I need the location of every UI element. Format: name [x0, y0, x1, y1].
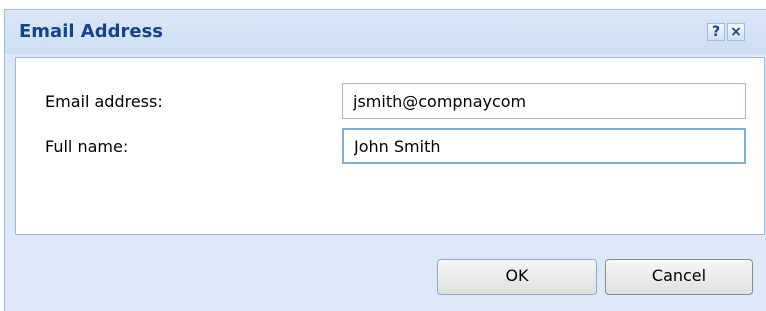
email-address-field[interactable] — [342, 83, 746, 119]
ok-button[interactable]: OK — [437, 259, 597, 295]
dialog-title: Email Address — [19, 21, 164, 42]
form-panel: Email address: Full name: — [15, 57, 765, 235]
cancel-button[interactable]: Cancel — [605, 259, 753, 295]
close-icon[interactable]: × — [727, 23, 745, 41]
email-address-label: Email address: — [45, 92, 163, 111]
email-address-dialog: Email Address ? × Email address: Full na… — [4, 9, 766, 311]
full-name-label: Full name: — [45, 137, 129, 156]
dialog-titlebar[interactable]: Email Address ? × — [5, 10, 766, 54]
full-name-field[interactable] — [342, 128, 746, 164]
help-icon[interactable]: ? — [707, 23, 725, 41]
